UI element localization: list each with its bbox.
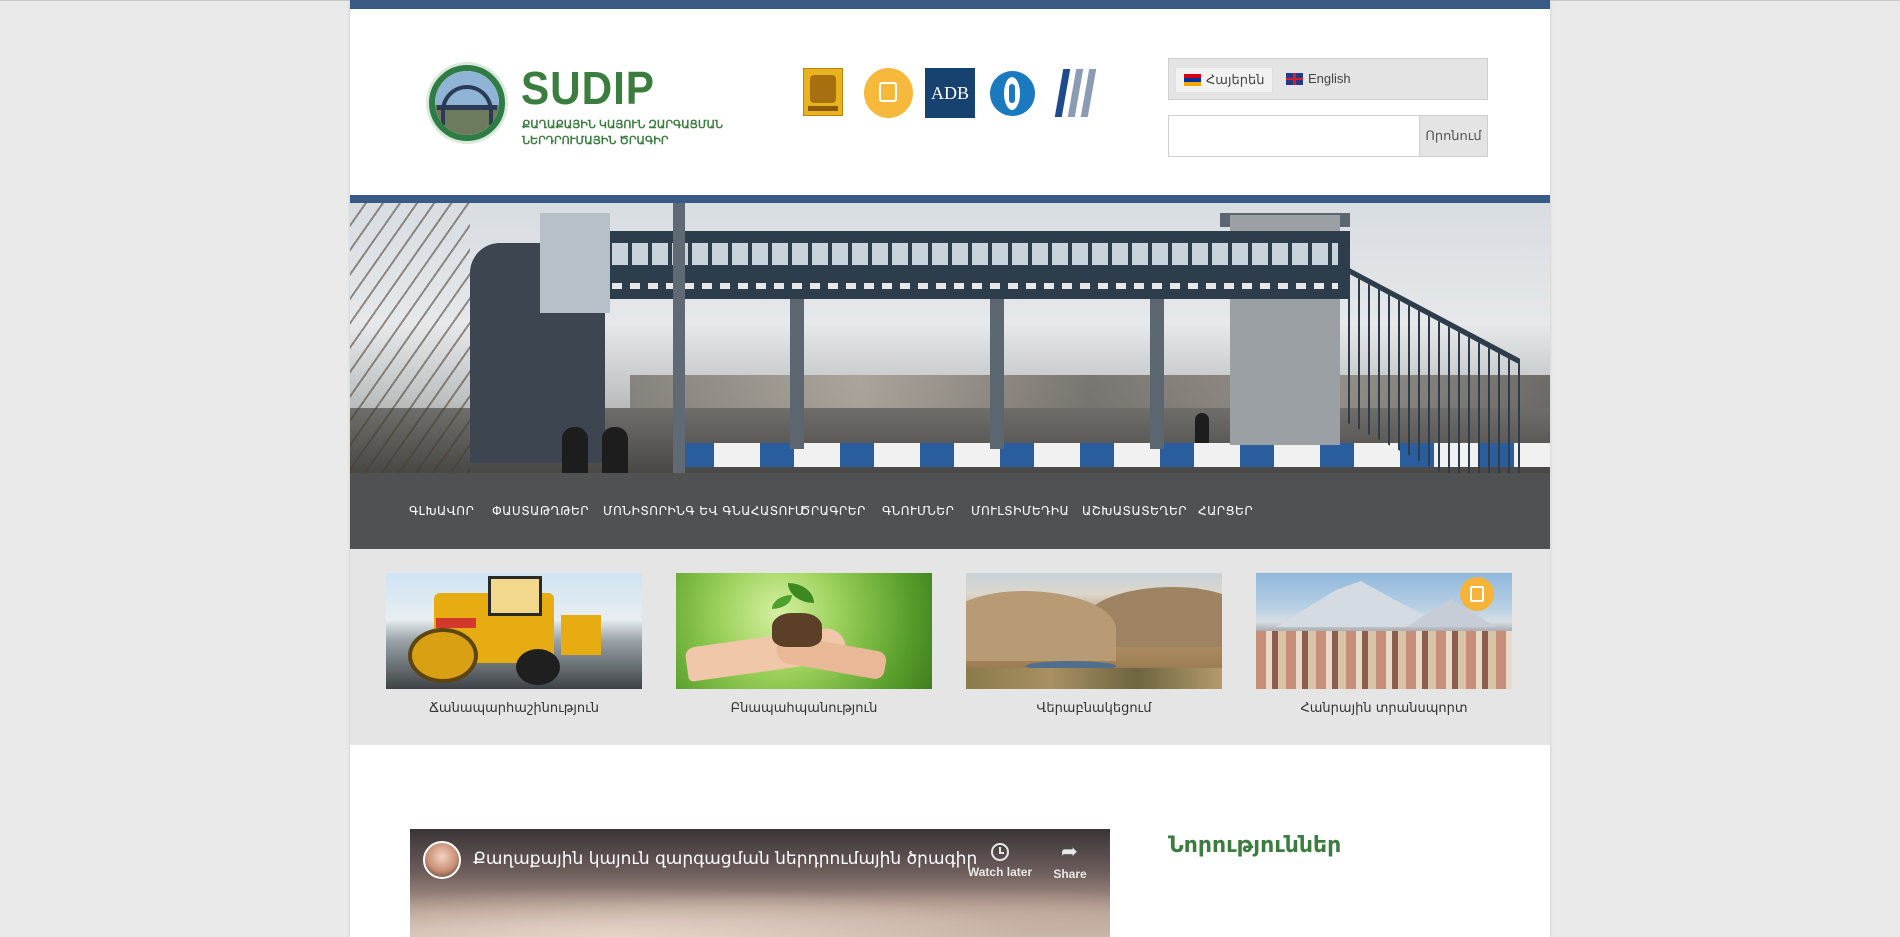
language-english-label: English <box>1308 71 1351 86</box>
category-environment[interactable]: Բնապահպանություն <box>676 573 932 716</box>
category-label[interactable]: Վերաբնակեցում <box>966 701 1222 716</box>
nav-item-jobs[interactable]: ԱՇԽԱՏԱՏԵՂԵՐ <box>1082 473 1187 549</box>
category-image[interactable] <box>676 573 932 689</box>
category-section: Ճանապարհաշինություն Բնապահպանություն Վեր… <box>350 549 1550 745</box>
category-image[interactable] <box>386 573 642 689</box>
page: SUDIP ՔԱՂԱՔԱՅԻՆ ԿԱՅՈՒՆ ԶԱՐԳԱՑՄԱՆ ՆԵՐԴՐՈՒ… <box>350 0 1550 937</box>
hero-banner-image <box>350 203 1550 473</box>
category-label[interactable]: Ճանապարհաշինություն <box>386 701 642 716</box>
nav-item-documents[interactable]: ՓԱՍՏԱԹՂԹԵՐ <box>492 473 589 549</box>
nav-item-home[interactable]: ԳԼԽԱՎՈՐ <box>409 473 474 549</box>
nav-item-programs[interactable]: ԾՐԱԳՐԵՐ <box>800 473 866 549</box>
language-switcher: Հայերեն English <box>1168 58 1488 100</box>
adb-logo[interactable]: ADB <box>925 68 975 118</box>
top-accent-bar <box>350 0 1550 9</box>
category-public-transport[interactable]: Հանրային տրանսպորտ <box>1256 573 1512 716</box>
armenia-flag-icon <box>1184 74 1201 86</box>
category-road-construction[interactable]: Ճանապարհաշինություն <box>386 573 642 716</box>
category-image[interactable] <box>1256 573 1512 689</box>
search-input[interactable] <box>1168 115 1420 157</box>
category-image[interactable] <box>966 573 1222 689</box>
nav-item-procurement[interactable]: ԳՆՈՒՄՆԵՐ <box>882 473 954 549</box>
news-heading: Նորություններ <box>1168 833 1342 858</box>
language-armenian[interactable]: Հայերեն <box>1175 67 1274 93</box>
category-label[interactable]: Բնապահպանություն <box>676 701 932 716</box>
video-player[interactable]: Քաղաքային կայուն զարգացման ներդրումային … <box>410 829 1110 937</box>
nav-item-monitoring[interactable]: ՄՈՆԻՏՈՐԻՆԳ ԵՎ ԳՆԱՀԱՏՈՒՄ <box>603 473 805 549</box>
hero-top-bar <box>350 195 1550 203</box>
clock-icon <box>991 843 1009 861</box>
share-label: Share <box>1053 867 1087 881</box>
logo-subtitle: ՔԱՂԱՔԱՅԻՆ ԿԱՅՈՒՆ ԶԱՐԳԱՑՄԱՆ ՆԵՐԴՐՈՒՄԱՅԻՆ … <box>522 119 724 147</box>
eu-logo[interactable] <box>1054 69 1097 117</box>
nav-item-faq[interactable]: ՀԱՐՑԵՐ <box>1198 473 1253 549</box>
eib-logo[interactable] <box>990 71 1035 116</box>
main-navigation: ԳԼԽԱՎՈՐ ՓԱՍՏԱԹՂԹԵՐ ՄՈՆԻՏՈՐԻՆԳ ԵՎ ԳՆԱՀԱՏՈ… <box>350 473 1550 549</box>
nav-item-multimedia[interactable]: ՄՈՒԼՏԻՄԵԴԻԱ <box>971 473 1069 549</box>
uk-flag-icon <box>1286 73 1303 85</box>
yerevan-municipality-logo[interactable] <box>803 68 843 116</box>
watch-later-label: Watch later <box>967 865 1033 879</box>
category-resettlement[interactable]: Վերաբնակեցում <box>966 573 1222 716</box>
share-icon <box>1059 839 1081 863</box>
header: SUDIP ՔԱՂԱՔԱՅԻՆ ԿԱՅՈՒՆ ԶԱՐԳԱՑՄԱՆ ՆԵՐԴՐՈՒ… <box>350 9 1550 195</box>
video-title[interactable]: Քաղաքային կայուն զարգացման ներդրումային … <box>473 849 977 869</box>
sudip-logo-emblem[interactable] <box>426 62 508 144</box>
logo-title[interactable]: SUDIP <box>521 65 655 111</box>
search-button[interactable]: Որոնում <box>1419 115 1488 157</box>
channel-avatar[interactable] <box>423 841 461 879</box>
language-armenian-label: Հայերեն <box>1206 72 1265 87</box>
bus-icon <box>1460 577 1494 611</box>
language-english[interactable]: English <box>1278 67 1359 91</box>
watch-later-button[interactable]: Watch later <box>965 841 1035 879</box>
share-button[interactable]: Share <box>1035 839 1105 881</box>
category-label[interactable]: Հանրային տրանսպորտ <box>1256 701 1512 716</box>
public-transport-logo[interactable] <box>864 68 913 118</box>
